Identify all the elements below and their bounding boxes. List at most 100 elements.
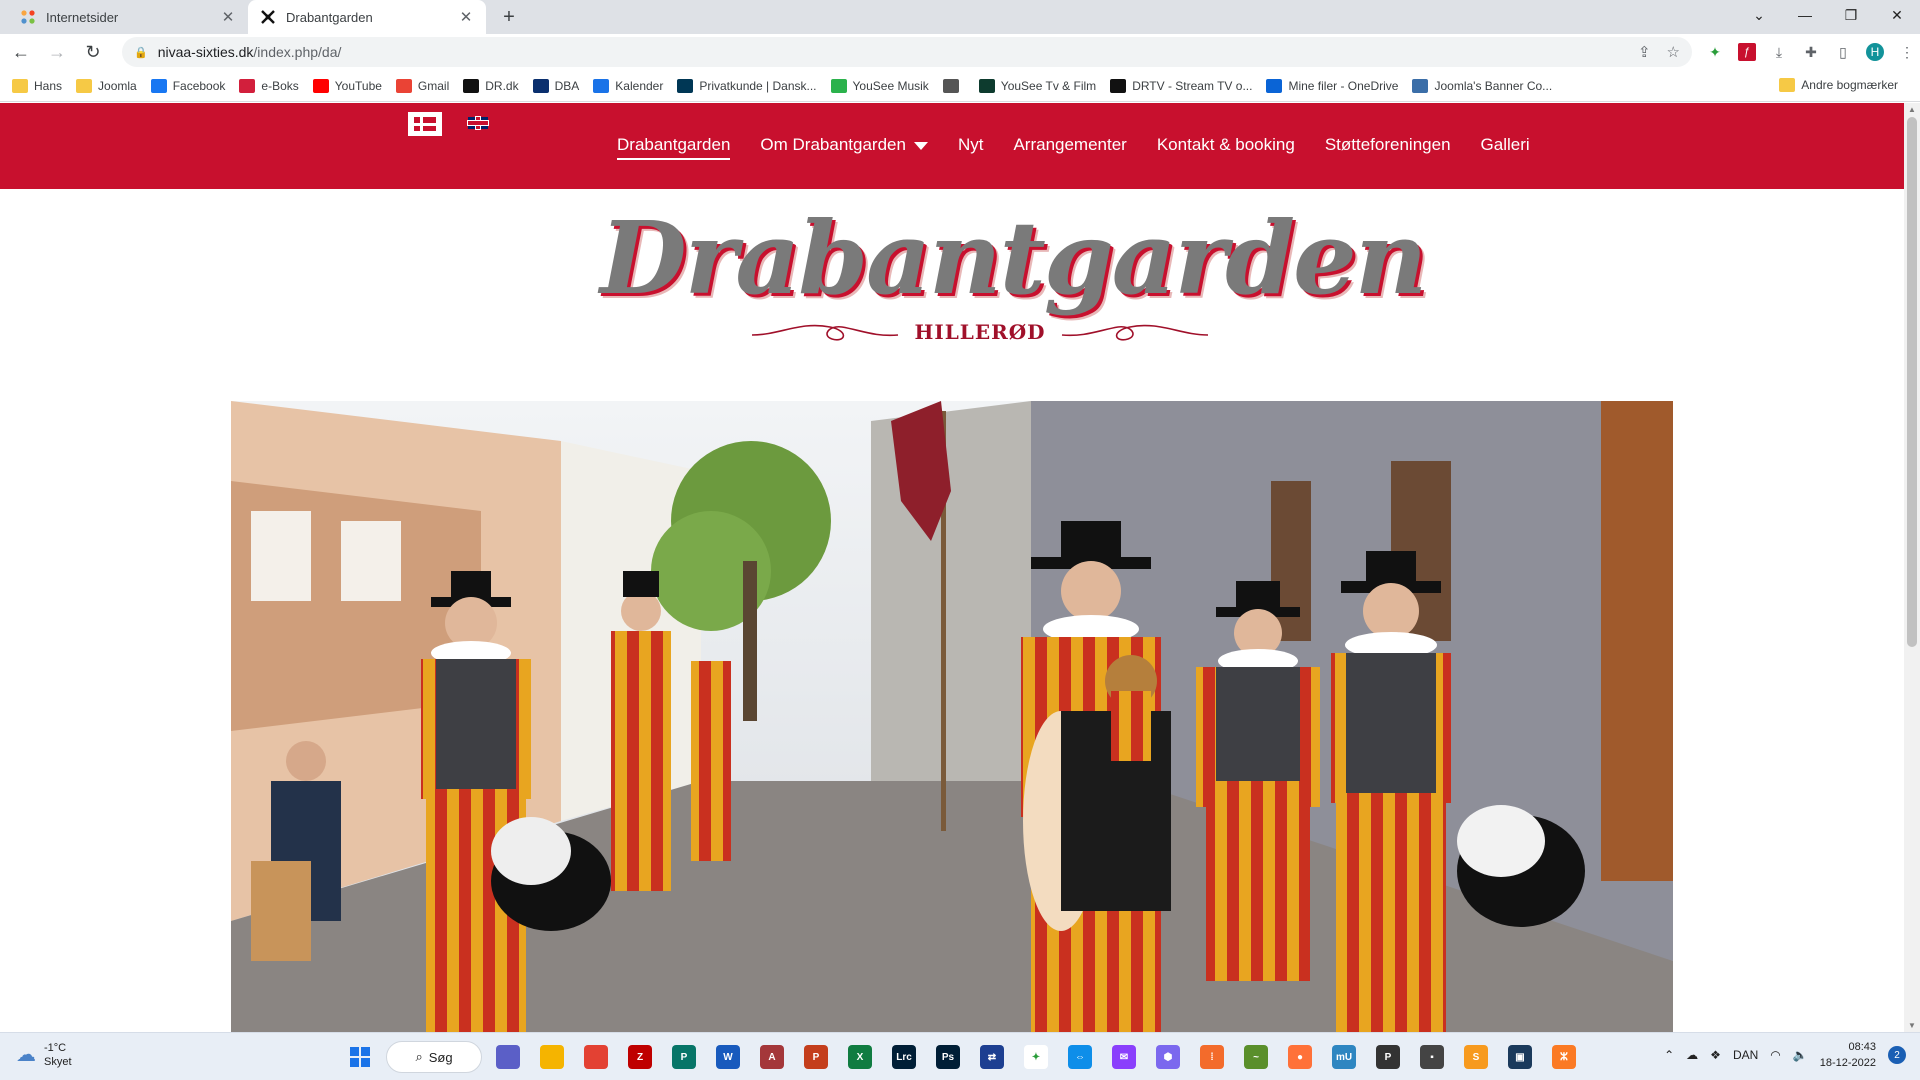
access-icon[interactable]: A <box>754 1039 790 1075</box>
app-tile <box>540 1045 564 1069</box>
weather-widget[interactable]: ☁ -1°C Skyet <box>16 1041 72 1069</box>
bookmark-item[interactable]: Privatkunde | Dansk... <box>677 78 817 93</box>
tab-search-icon[interactable]: ⌄ <box>1736 0 1782 30</box>
bookmark-item[interactable]: Joomla's Banner Co... <box>1412 78 1552 93</box>
office-icon[interactable]: ⁞ <box>1194 1039 1230 1075</box>
minimize-button[interactable]: — <box>1782 0 1828 30</box>
back-button[interactable]: ← <box>6 37 36 67</box>
lock-icon[interactable]: 🔒 <box>134 46 148 59</box>
teamviewer-icon[interactable]: ⇔ <box>1062 1039 1098 1075</box>
filezilla-icon[interactable]: Z <box>622 1039 658 1075</box>
bookmark-item[interactable]: YouSee Musik <box>830 78 929 93</box>
menu-dots-icon[interactable]: ⋮ <box>1898 43 1916 61</box>
restore-button[interactable]: ❐ <box>1828 0 1874 30</box>
close-window-button[interactable]: ✕ <box>1874 0 1920 30</box>
bookmark-item[interactable]: Mine filer - OneDrive <box>1266 78 1398 93</box>
lightroom-icon[interactable]: Lrc <box>886 1039 922 1075</box>
bookmark-item[interactable]: YouTube <box>312 78 382 93</box>
screen-app-icon[interactable]: ▣ <box>1502 1039 1538 1075</box>
profile-avatar[interactable]: H <box>1866 43 1884 61</box>
sync-icon[interactable]: ⇄ <box>974 1039 1010 1075</box>
chart-app-icon[interactable]: ~ <box>1238 1039 1274 1075</box>
right-swirl-ornament <box>1061 324 1208 341</box>
bookmark-item[interactable]: YouSee Tv & Film <box>978 78 1096 93</box>
nav-om-drabantgarden[interactable]: Om Drabantgarden <box>760 135 928 155</box>
photoshop-icon[interactable]: Ps <box>930 1039 966 1075</box>
bookmark-item[interactable]: DR.dk <box>463 78 519 93</box>
bookmark-item[interactable]: Facebook <box>150 78 225 93</box>
pdf-extension-icon[interactable]: ƒ <box>1738 43 1756 61</box>
word-icon[interactable]: W <box>710 1039 746 1075</box>
dark-app-icon[interactable]: ▪ <box>1414 1039 1450 1075</box>
page-scrollbar[interactable]: ▲ ▼ <box>1904 103 1920 1032</box>
excel-icon[interactable]: X <box>842 1039 878 1075</box>
address-bar[interactable]: 🔒 nivaa-sixties.dk/index.php/da/ ⇪ ☆ <box>122 37 1692 67</box>
dropbox-icon[interactable]: ❖ <box>1710 1048 1721 1062</box>
xampp-icon[interactable]: ⵣ <box>1546 1039 1582 1075</box>
volume-icon[interactable]: 🔈 <box>1793 1048 1808 1062</box>
bookmark-item[interactable]: e-Boks <box>239 78 299 93</box>
site-logo[interactable]: Drabantgarden HILLERØD <box>600 203 1427 363</box>
bookmark-label: DBA <box>554 78 580 93</box>
notification-badge[interactable]: 2 <box>1888 1046 1906 1064</box>
bookmark-item[interactable]: Joomla <box>76 78 137 93</box>
taskbar-search[interactable]: ⌕ Søg <box>386 1041 482 1073</box>
messenger-icon[interactable]: ✉ <box>1106 1039 1142 1075</box>
bookmark-item[interactable]: Kalender <box>593 78 663 93</box>
powerpoint-icon[interactable]: P <box>798 1039 834 1075</box>
nav-kontakt-booking[interactable]: Kontakt & booking <box>1157 135 1295 155</box>
new-tab-button[interactable]: + <box>498 6 520 29</box>
nav-stoetteforeningen[interactable]: Støtteforeningen <box>1325 135 1451 155</box>
scroll-up-icon[interactable]: ▲ <box>1904 105 1920 114</box>
side-panel-icon[interactable]: ▯ <box>1834 43 1852 61</box>
firefox-icon[interactable]: ● <box>1282 1039 1318 1075</box>
bookmark-item[interactable] <box>942 78 965 93</box>
windows-taskbar: ☁ -1°C Skyet ⌕ Søg Z P W A P X Lrc Ps ⇄ ✦ ⇔ ✉ ⬢ ⁞ ~ ● mU… <box>0 1032 1920 1080</box>
other-bookmarks[interactable]: Andre bogmærker <box>1779 78 1898 92</box>
extensions-puzzle-icon[interactable]: ✚ <box>1802 43 1820 61</box>
bookmark-item[interactable]: DRTV - Stream TV o... <box>1110 78 1252 93</box>
nav-arrangementer[interactable]: Arrangementer <box>1013 135 1126 155</box>
language-english-button[interactable] <box>468 117 488 129</box>
file-explorer-icon[interactable] <box>534 1039 570 1075</box>
hexagon-icon[interactable]: ⬢ <box>1150 1039 1186 1075</box>
share-icon[interactable]: ⇪ <box>1638 43 1651 61</box>
chevron-up-icon[interactable]: ⌃ <box>1664 1048 1674 1062</box>
bookmark-star-icon[interactable]: ☆ <box>1667 43 1680 61</box>
wifi-icon[interactable]: ◠ <box>1770 1048 1780 1062</box>
sublime-icon[interactable]: S <box>1458 1039 1494 1075</box>
close-icon[interactable]: ✕ <box>220 8 236 26</box>
language-danish-button[interactable] <box>408 112 442 136</box>
publisher-icon[interactable]: P <box>666 1039 702 1075</box>
bookmark-label: YouTube <box>334 78 382 93</box>
ps-dark-icon[interactable]: P <box>1370 1039 1406 1075</box>
teams-icon[interactable] <box>490 1039 526 1075</box>
tab-internetsider[interactable]: Internetsider ✕ <box>8 0 248 34</box>
close-icon[interactable]: ✕ <box>458 8 474 26</box>
download-icon[interactable]: ⤓ <box>1770 43 1788 61</box>
bookmark-item[interactable]: Gmail <box>395 78 449 93</box>
language-indicator[interactable]: DAN <box>1733 1048 1758 1062</box>
nav-galleri[interactable]: Galleri <box>1481 135 1530 155</box>
chrome-icon[interactable] <box>578 1039 614 1075</box>
nav-nyt[interactable]: Nyt <box>958 135 984 155</box>
nav-drabantgarden[interactable]: Drabantgarden <box>617 135 731 160</box>
pinwheel-icon[interactable]: ✦ <box>1018 1039 1054 1075</box>
tab-strip: Internetsider ✕ Drabantgarden ✕ + ⌄ — ❐ … <box>0 0 1920 34</box>
reload-button[interactable]: ↻ <box>78 37 108 67</box>
joomla-icon <box>20 9 36 25</box>
forward-button[interactable]: → <box>42 37 72 67</box>
bookmark-item[interactable]: DBA <box>532 78 580 93</box>
taskbar-apps: ⌕ Søg Z P W A P X Lrc Ps ⇄ ✦ ⇔ ✉ ⬢ ⁞ ~ ● mU P ▪ S ▣ ⵣ <box>342 1039 1582 1075</box>
scrollbar-thumb[interactable] <box>1907 117 1917 647</box>
pinwheel-extension-icon[interactable]: ✦ <box>1706 43 1724 61</box>
bookmark-item[interactable]: Hans <box>12 78 62 93</box>
logo-town: HILLERØD <box>914 320 1046 344</box>
mu-icon[interactable]: mU <box>1326 1039 1362 1075</box>
scroll-down-icon[interactable]: ▼ <box>1904 1021 1920 1030</box>
cloud-icon: ☁ <box>16 1044 36 1066</box>
clock[interactable]: 08:43 18-12-2022 <box>1820 1039 1876 1071</box>
start-button[interactable] <box>342 1039 378 1075</box>
tab-drabantgarden[interactable]: Drabantgarden ✕ <box>248 0 486 34</box>
onedrive-icon[interactable]: ☁ <box>1686 1048 1698 1062</box>
